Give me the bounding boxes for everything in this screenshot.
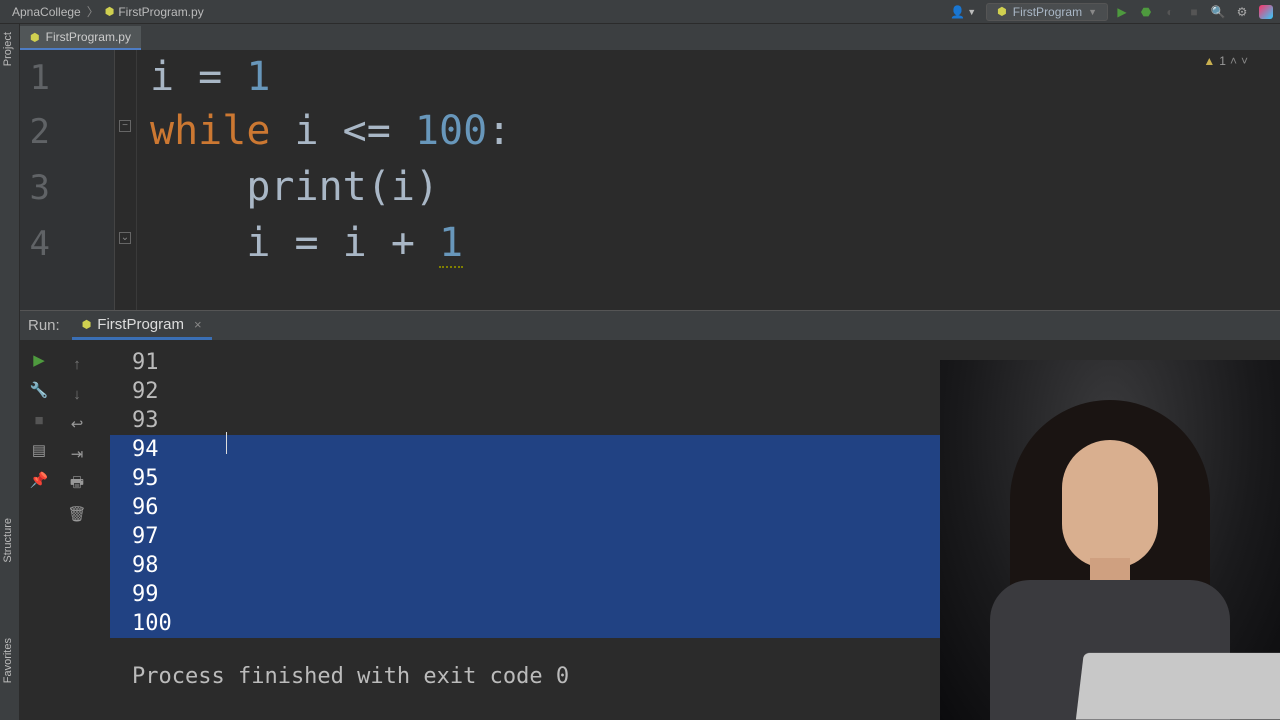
breadcrumb-file[interactable]: ⬢ FirstProgram.py <box>101 5 208 19</box>
pin-button[interactable]: 📌 <box>29 470 49 490</box>
soft-wrap-button[interactable]: ↩ <box>67 414 87 434</box>
line-number: 1 <box>20 58 50 98</box>
line-number: 4 <box>20 224 50 264</box>
wrench-icon[interactable]: 🔧 <box>29 380 49 400</box>
run-tool-column-b: ↑ ↓ ↩ ⇥ 🖶 🗑 <box>58 340 96 720</box>
python-run-icon: ⬢ <box>82 318 92 331</box>
editor-tab-bar: ⬢ FirstProgram.py <box>0 24 1280 50</box>
chevron-right-icon: 〉 <box>87 3 99 20</box>
coverage-button[interactable]: ◐ <box>1160 2 1180 22</box>
rerun-button[interactable]: ▶ <box>29 350 49 370</box>
search-button[interactable]: 🔍 <box>1208 2 1228 22</box>
python-run-icon: ⬢ <box>997 5 1007 18</box>
code-line-2: while i <= 100: <box>150 108 511 154</box>
scroll-to-end-button[interactable]: ⇥ <box>67 444 87 464</box>
up-arrow-icon[interactable]: ↑ <box>67 354 87 374</box>
warning-icon: ▲ <box>1203 54 1215 68</box>
text-cursor <box>226 432 227 454</box>
clear-button[interactable]: 🗑 <box>67 504 87 524</box>
warning-count: 1 <box>1219 54 1226 68</box>
stop-button[interactable]: ■ <box>29 410 49 430</box>
run-config-selector[interactable]: ⬢ FirstProgram ▼ <box>986 3 1108 21</box>
chevron-up-icon[interactable]: ˄ <box>1230 54 1237 68</box>
code-editor[interactable]: 1 2 3 4 − ⌄ i = 1 while i <= 100: print(… <box>20 50 1280 310</box>
sidebar-structure[interactable]: Structure <box>0 514 16 567</box>
run-header-label: Run: <box>28 317 60 334</box>
laptop-prop <box>1076 653 1280 720</box>
top-right-controls: 👤▼ ⬢ FirstProgram ▼ ▶ ⬣ ◐ ■ 🔍 ⚙ <box>944 2 1280 22</box>
user-icon: 👤 <box>950 5 965 19</box>
chevron-down-icon: ▼ <box>1088 7 1097 17</box>
down-arrow-icon[interactable]: ↓ <box>67 384 87 404</box>
run-tab-label: FirstProgram <box>97 316 184 333</box>
editor-tab[interactable]: ⬢ FirstProgram.py <box>20 26 141 50</box>
run-tool-column-a: ▶ 🔧 ■ ▤ 📌 <box>20 340 58 720</box>
run-tab[interactable]: ⬢ FirstProgram × <box>72 312 212 340</box>
sidebar-project[interactable]: Project <box>0 28 16 70</box>
print-button[interactable]: 🖶 <box>67 474 87 494</box>
breadcrumb: ApnaCollege 〉 ⬢ FirstProgram.py <box>0 3 208 20</box>
stop-button[interactable]: ■ <box>1184 2 1204 22</box>
top-toolbar: ApnaCollege 〉 ⬢ FirstProgram.py 👤▼ ⬢ Fir… <box>0 0 1280 24</box>
avatar-button[interactable] <box>1256 2 1276 22</box>
debug-button[interactable]: ⬣ <box>1136 2 1156 22</box>
run-config-label: FirstProgram <box>1013 5 1082 19</box>
python-file-icon: ⬢ <box>105 5 115 18</box>
chevron-down-icon[interactable]: ˅ <box>1241 54 1248 68</box>
code-line-4: i = i + 1 <box>150 220 463 266</box>
line-number: 3 <box>20 168 50 208</box>
fold-end-icon[interactable]: ⌄ <box>119 232 131 244</box>
left-sidebar: Project Structure Favorites <box>0 24 20 720</box>
run-button[interactable]: ▶ <box>1112 2 1132 22</box>
chevron-down-icon: ▼ <box>967 7 976 17</box>
close-icon[interactable]: × <box>190 317 202 332</box>
inspection-widget[interactable]: ▲ 1 ˄ ˅ <box>1203 54 1248 68</box>
line-number: 2 <box>20 112 50 152</box>
run-tool-header: Run: ⬢ FirstProgram × <box>20 310 1280 340</box>
editor-tab-label: FirstProgram.py <box>46 30 131 44</box>
python-file-icon: ⬢ <box>30 31 40 44</box>
avatar-icon <box>1259 5 1273 19</box>
breadcrumb-file-label: FirstProgram.py <box>118 5 203 19</box>
user-menu-button[interactable]: 👤▼ <box>944 3 982 21</box>
code-line-1: i = 1 <box>150 54 270 100</box>
settings-button[interactable]: ⚙ <box>1232 2 1252 22</box>
sidebar-favorites[interactable]: Favorites <box>0 634 16 687</box>
breadcrumb-project[interactable]: ApnaCollege <box>8 5 85 19</box>
layout-button[interactable]: ▤ <box>29 440 49 460</box>
webcam-overlay <box>940 360 1280 720</box>
fold-start-icon[interactable]: − <box>119 120 131 132</box>
code-line-3: print(i) <box>150 164 439 210</box>
editor-gutter: 1 2 3 4 <box>20 50 115 310</box>
fold-strip: − ⌄ <box>115 50 137 310</box>
